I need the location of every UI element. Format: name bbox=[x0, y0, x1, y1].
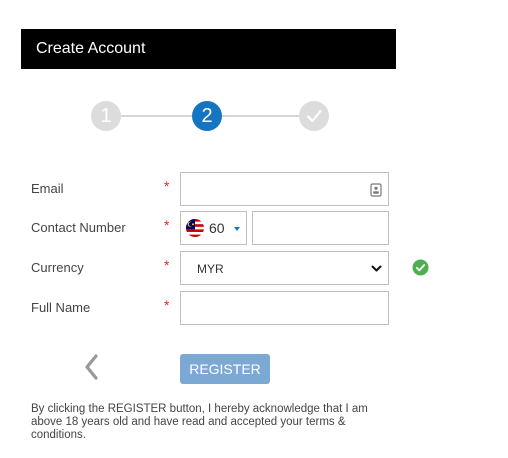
chevron-down-icon bbox=[371, 265, 382, 272]
email-field[interactable] bbox=[180, 172, 389, 206]
full-name-label: Full Name bbox=[31, 300, 91, 315]
step-connector bbox=[221, 115, 299, 117]
terms-disclaimer: By clicking the REGISTER button, I hereb… bbox=[31, 403, 368, 441]
required-mark: * bbox=[164, 257, 170, 273]
required-mark: * bbox=[164, 217, 170, 233]
caret-down-icon bbox=[234, 227, 240, 231]
country-code: 60 bbox=[209, 220, 225, 236]
contact-row: Contact Number * 60 bbox=[0, 211, 508, 245]
id-card-icon bbox=[370, 183, 382, 197]
full-name-row: Full Name * bbox=[0, 291, 508, 325]
check-circle-icon bbox=[412, 259, 429, 276]
malaysia-flag-icon bbox=[186, 219, 204, 237]
email-label: Email bbox=[31, 181, 64, 196]
required-mark: * bbox=[164, 297, 170, 313]
step-2: 2 bbox=[192, 101, 222, 131]
chevron-left-icon bbox=[85, 354, 98, 380]
progress-stepper: 1 2 bbox=[0, 0, 508, 140]
back-button[interactable] bbox=[82, 353, 102, 381]
check-icon bbox=[306, 109, 322, 123]
country-code-select[interactable]: 60 bbox=[180, 211, 247, 245]
step-3 bbox=[299, 101, 329, 131]
contact-number-field[interactable] bbox=[252, 211, 389, 245]
step-1: 1 bbox=[91, 101, 121, 131]
full-name-field[interactable] bbox=[180, 291, 389, 325]
currency-select[interactable]: MYR bbox=[180, 251, 389, 285]
currency-row: Currency * MYR bbox=[0, 251, 508, 285]
email-row: Email * bbox=[0, 172, 508, 206]
required-mark: * bbox=[164, 178, 170, 194]
currency-value: MYR bbox=[197, 262, 224, 276]
currency-label: Currency bbox=[31, 260, 84, 275]
contact-label: Contact Number bbox=[31, 220, 126, 235]
step-connector bbox=[121, 115, 193, 117]
register-button[interactable]: REGISTER bbox=[180, 354, 270, 384]
